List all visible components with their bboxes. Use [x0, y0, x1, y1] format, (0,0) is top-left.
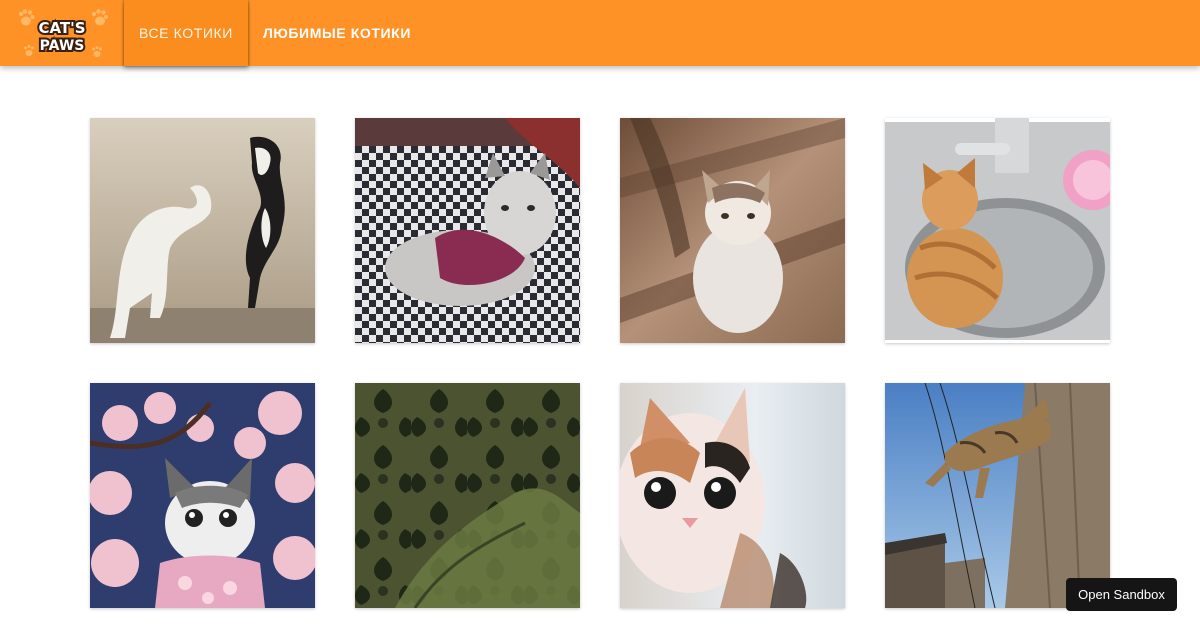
cat-card[interactable] [355, 118, 580, 343]
tab-favorite-cats[interactable]: Любимые котики [248, 0, 426, 66]
cat-gallery [90, 118, 1110, 608]
cat-card[interactable] [355, 383, 580, 608]
cat-photo [620, 118, 845, 343]
cat-photo [885, 118, 1110, 343]
app-header: CAT'S PAWS Все котики Любимые котики [0, 0, 1200, 66]
cat-card[interactable] [885, 383, 1110, 608]
cat-photo [620, 383, 845, 608]
cats-paws-logo[interactable]: CAT'S PAWS [0, 0, 124, 66]
cat-card[interactable] [620, 118, 845, 343]
svg-text:PAWS: PAWS [40, 38, 85, 54]
tab-all-cats[interactable]: Все котики [124, 0, 248, 66]
cat-photo [355, 118, 580, 343]
cat-card[interactable] [90, 383, 315, 608]
cats-paws-logo-image: CAT'S PAWS [18, 9, 108, 57]
cat-photo [355, 383, 580, 608]
cat-card[interactable] [885, 118, 1110, 343]
open-sandbox-button[interactable]: Open Sandbox [1066, 578, 1177, 611]
cat-photo [885, 383, 1110, 608]
cat-card[interactable] [90, 118, 315, 343]
cat-photo [90, 383, 315, 608]
cat-card[interactable] [620, 383, 845, 608]
cat-photo [90, 118, 315, 343]
svg-text:CAT'S: CAT'S [38, 19, 85, 37]
